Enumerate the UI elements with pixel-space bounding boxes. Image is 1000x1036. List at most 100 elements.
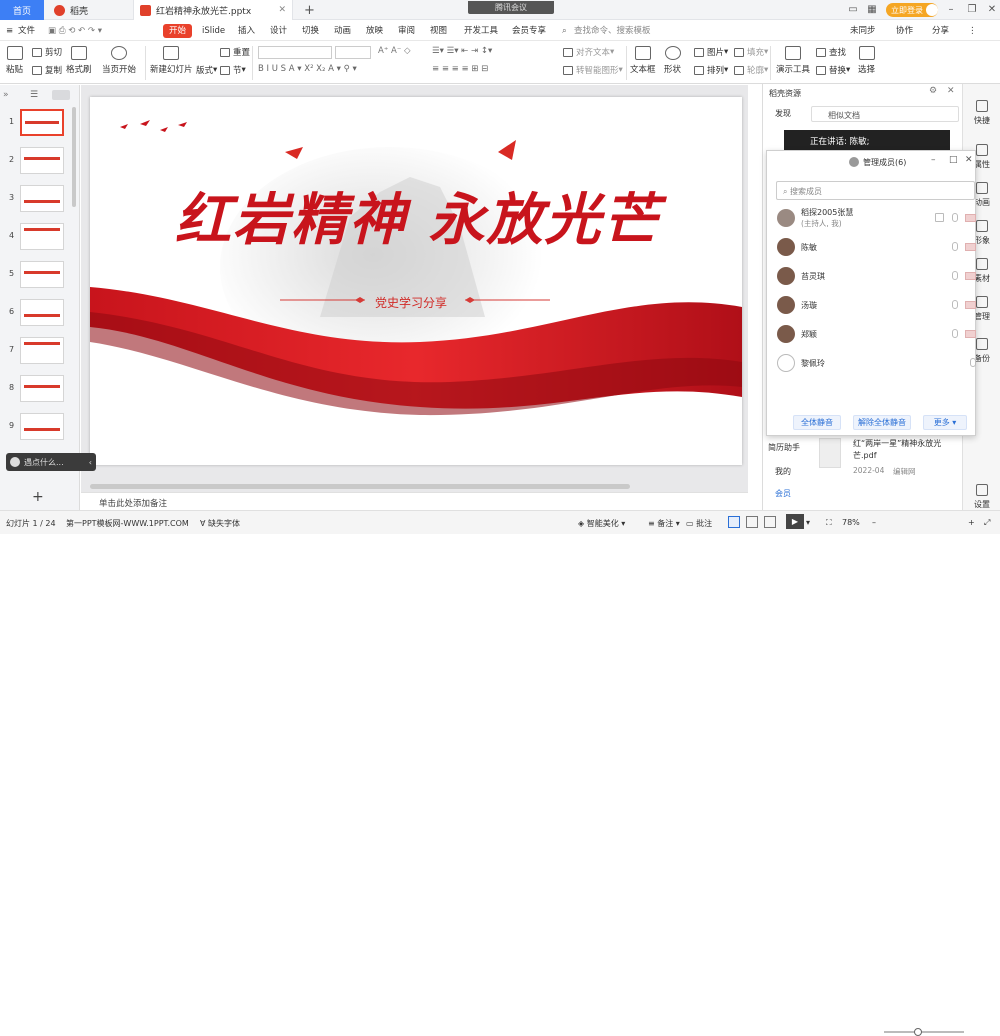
align-text-button[interactable]: 对齐文本 ▾ [563,46,614,58]
quick-access-icons[interactable]: ▣ ⎙ ⟲ ↶ ↷ ▾ [48,24,102,38]
minimize-icon[interactable]: – [931,155,936,165]
thumbnail-view-icon[interactable] [52,90,70,100]
microphone-icon[interactable] [952,329,958,338]
camera-icon[interactable] [965,301,976,309]
member-row[interactable]: 郑颖 [777,323,976,345]
more-button[interactable]: 更多 ▾ [923,415,967,430]
mute-all-button[interactable]: 全体静音 [793,415,841,430]
font-style-buttons[interactable]: B I U S A ▾ X² X₂ A ▾ ⚲ ▾ [258,64,357,74]
rail-item[interactable]: 快捷 [963,100,1000,126]
sync-status[interactable]: 未同步 [850,24,876,38]
tab-insert[interactable]: 插入 [238,24,255,38]
tab-file[interactable]: 文件 [18,24,35,38]
collapse-icon[interactable]: » [3,90,9,100]
member-row[interactable]: 汤璇 [777,294,976,316]
fit-icon[interactable]: ⛶ [826,518,832,528]
shape-button[interactable]: 形状 [664,46,681,75]
close-panel-icon[interactable]: ✕ [947,86,955,96]
camera-icon[interactable] [965,272,976,280]
play-current-button[interactable]: 当页开始 [102,46,136,75]
member-row[interactable]: 苔灵琪 [777,265,976,287]
search-icon[interactable]: ⌕ [562,24,567,38]
outline-button[interactable]: 轮廓 ▾ [734,64,768,76]
reset-button[interactable]: 重置 [220,46,250,58]
font-size-select[interactable] [335,46,371,59]
textbox-button[interactable]: 文本框 [630,46,656,75]
missing-font-button[interactable]: Ɐ 缺失字体 [200,518,240,529]
tab-home-ribbon[interactable]: 开始 [163,24,193,38]
select-button[interactable]: 选择 [858,46,875,75]
tab-developer[interactable]: 开发工具 [464,24,498,38]
horizontal-scrollbar[interactable] [90,484,630,489]
microphone-icon[interactable] [952,271,958,280]
align-buttons[interactable]: ≡ ≡ ≡ ≡ ⊞ ⊟ [432,64,488,74]
paste-button[interactable]: 粘贴 [6,46,23,75]
add-slide-icon[interactable]: + [32,489,44,505]
new-tab-button[interactable]: + [298,0,321,20]
zoom-in-icon[interactable]: + [968,518,975,527]
section-button[interactable]: 节 ▾ [220,64,246,76]
collab-button[interactable]: 协作 [896,24,913,38]
zoom-out-icon[interactable]: – [872,518,876,527]
ask-bubble[interactable]: 遇点什么... ‹ [6,453,96,471]
outline-view-icon[interactable]: ☰ [30,90,38,100]
close-icon[interactable]: ✕ [278,5,286,15]
format-painter-button[interactable]: 格式刷 [66,46,92,75]
scrollbar[interactable] [72,107,76,207]
slide-thumbnail[interactable] [20,223,64,250]
zoom-level[interactable]: 78% [842,518,860,527]
command-search[interactable]: 查找命令、搜索模板 [574,24,651,38]
tab-slideshow[interactable]: 放映 [366,24,383,38]
fill-button[interactable]: 填充 ▾ [734,46,768,58]
slide-thumbnail[interactable] [20,109,64,136]
member-search-input[interactable]: ⌕ 搜索成员 [776,181,975,200]
tab-transition[interactable]: 切换 [302,24,319,38]
copy-button[interactable]: 复制 [32,64,62,76]
microphone-icon[interactable] [952,242,958,251]
fit-window-icon[interactable]: ⤢ [984,518,990,528]
picture-button[interactable]: 图片 ▾ [694,46,728,58]
vip-link[interactable]: 会员 [775,488,791,499]
tab-docer[interactable]: 稻壳 [48,0,128,20]
maximize-icon[interactable]: □ [949,155,958,165]
meeting-indicator[interactable]: 腾讯会议 [468,1,554,14]
rail-item[interactable]: 设置 [963,484,1000,510]
slide-thumbnail[interactable] [20,185,64,212]
camera-icon[interactable] [965,330,976,338]
tab-home[interactable]: 首页 [0,0,44,20]
slide-thumbnail[interactable] [20,337,64,364]
layout-button[interactable]: 版式 ▾ [196,64,217,76]
zoom-slider[interactable] [884,1031,964,1033]
slide-subtitle[interactable]: 党史学习分享 [375,294,447,311]
comments-button[interactable]: ▭ 批注 [686,518,712,529]
camera-icon[interactable] [965,214,976,222]
microphone-icon[interactable] [970,358,976,367]
slide-thumbnail[interactable] [20,261,64,288]
close-window-icon[interactable]: ✕ [984,2,1000,18]
zoom-slider-thumb[interactable] [914,1028,922,1036]
find-button[interactable]: 查找 [816,46,846,58]
login-button[interactable]: 立即登录 [886,3,938,17]
chevron-left-icon[interactable]: ‹ [89,458,92,467]
discover-link[interactable]: 发现 [775,108,791,119]
slide-thumbnail[interactable] [20,413,64,440]
more-icon[interactable]: ⋮ [968,24,977,38]
slide-title[interactable]: 红岩精神 永放光芒 [175,175,675,256]
menu-icon[interactable]: ≡ [6,24,13,38]
tab-review[interactable]: 审阅 [398,24,415,38]
arrange-button[interactable]: 排列 ▾ [694,64,728,76]
play-slideshow-button[interactable]: ▶ [786,514,804,529]
sorter-view-icon[interactable] [746,516,758,528]
member-row[interactable]: 黎佩玲 [777,352,976,374]
font-size-buttons[interactable]: A⁺ A⁻ ◇ [378,46,411,56]
member-row[interactable]: 稻探2005张慧 (主持人, 我) [777,207,976,229]
presenter-tools-button[interactable]: 演示工具 [776,46,810,75]
maximize-icon[interactable]: ❐ [964,2,980,18]
member-row[interactable]: 陈敏 [777,236,976,258]
tab-design[interactable]: 设计 [270,24,287,38]
close-icon[interactable]: ✕ [965,155,973,165]
normal-view-icon[interactable] [728,516,740,528]
replace-button[interactable]: 替换 ▾ [816,64,850,76]
tab-member[interactable]: 会员专享 [512,24,546,38]
layout-icon[interactable]: ▭ [845,2,861,18]
